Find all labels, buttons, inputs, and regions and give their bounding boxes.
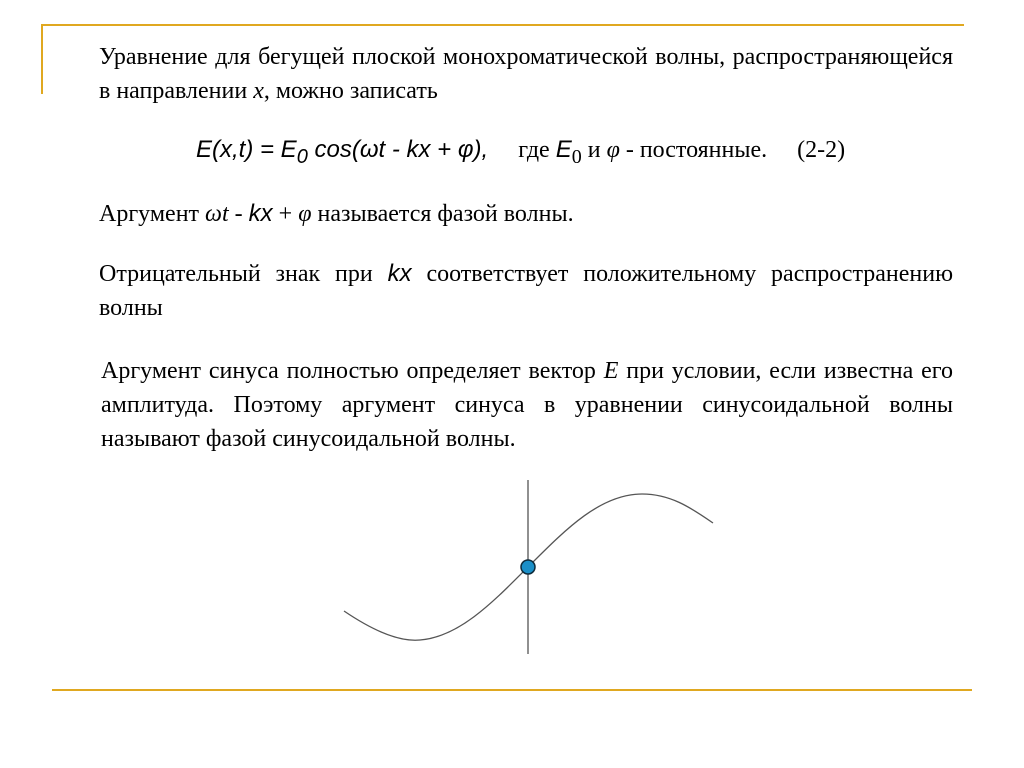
phase-point [520,559,536,575]
sine-wave-figure [343,480,714,654]
